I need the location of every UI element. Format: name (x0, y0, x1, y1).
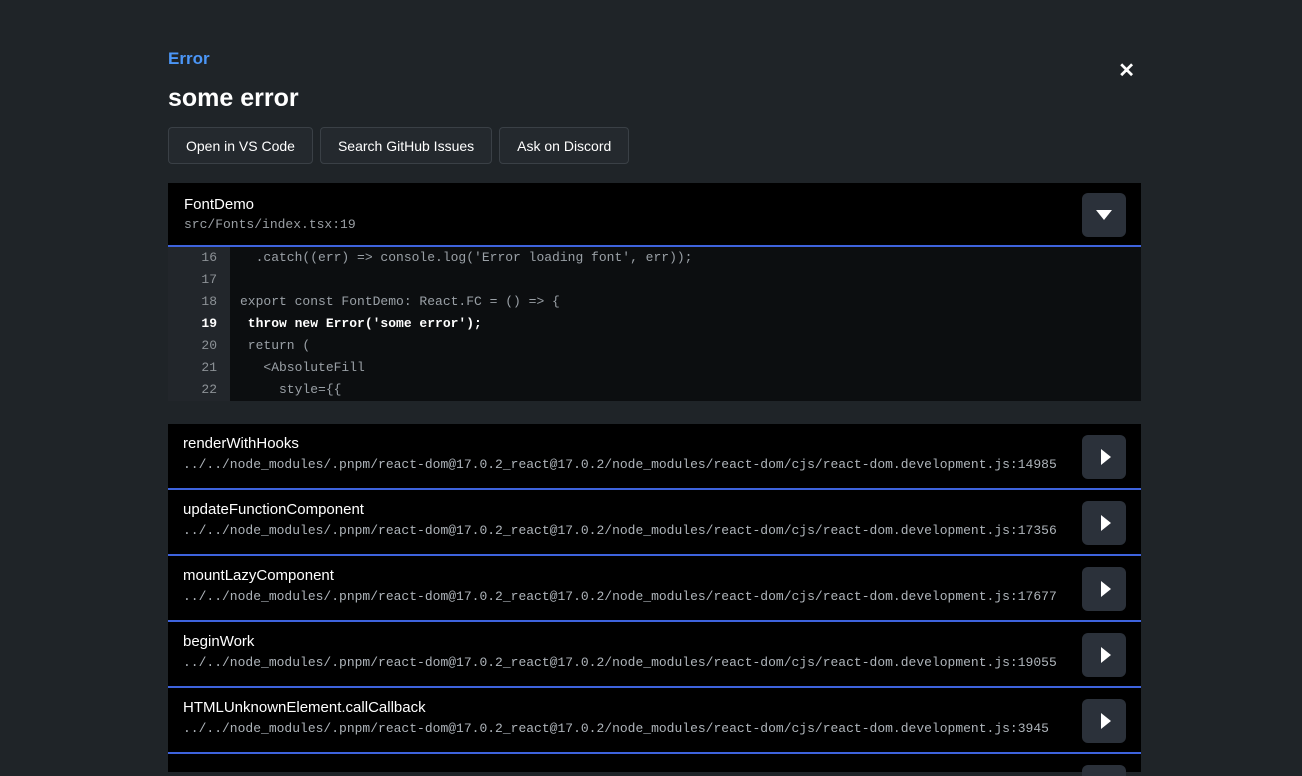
expand-frame-button[interactable] (1082, 501, 1126, 545)
code-line-highlighted: 19 throw new Error('some error'); (168, 313, 1141, 335)
line-source (230, 269, 240, 291)
code-line: 16 .catch((err) => console.log('Error lo… (168, 247, 1141, 269)
code-frame-header[interactable]: FontDemo src/Fonts/index.tsx:19 (168, 183, 1141, 247)
frame-path: ../../node_modules/.pnpm/react-dom@17.0.… (183, 589, 1071, 604)
line-number: 16 (168, 247, 230, 269)
code-frame-title: FontDemo (184, 196, 1141, 213)
line-source: throw new Error('some error'); (230, 313, 482, 335)
error-message: some error (168, 84, 1141, 113)
code-line: 22 style={{ (168, 379, 1141, 401)
frame-path: ../../node_modules/.pnpm/react-dom@17.0.… (183, 655, 1071, 670)
action-buttons: Open in VS Code Search GitHub Issues Ask… (168, 127, 1141, 164)
play-icon (1101, 515, 1111, 531)
error-type-label: Error (168, 49, 1141, 69)
play-icon (1101, 647, 1111, 663)
code-line: 20 return ( (168, 335, 1141, 357)
code-frame-location: src/Fonts/index.tsx:19 (184, 217, 1141, 232)
stack-frame-partial (168, 754, 1141, 772)
line-number: 17 (168, 269, 230, 291)
code-frame: FontDemo src/Fonts/index.tsx:19 16 .catc… (168, 183, 1141, 401)
expand-frame-button[interactable] (1082, 699, 1126, 743)
line-number: 18 (168, 291, 230, 313)
stack-frame-beginWork: beginWork ../../node_modules/.pnpm/react… (168, 622, 1141, 688)
stack-frame-renderWithHooks: renderWithHooks ../../node_modules/.pnpm… (168, 424, 1141, 490)
stack-frame-mountLazyComponent: mountLazyComponent ../../node_modules/.p… (168, 556, 1141, 622)
line-source: style={{ (230, 379, 341, 401)
stack-frame-updateFunctionComponent: updateFunctionComponent ../../node_modul… (168, 490, 1141, 556)
expand-frame-button[interactable] (1082, 567, 1126, 611)
search-github-issues-button[interactable]: Search GitHub Issues (320, 127, 492, 164)
code-snippet: 16 .catch((err) => console.log('Error lo… (168, 247, 1141, 401)
chevron-down-icon (1096, 210, 1112, 220)
stack-trace-list: renderWithHooks ../../node_modules/.pnpm… (168, 424, 1141, 772)
stack-frame-callCallback: HTMLUnknownElement.callCallback ../../no… (168, 688, 1141, 754)
play-icon (1101, 713, 1111, 729)
frame-name: renderWithHooks (183, 435, 1071, 452)
line-number: 19 (168, 313, 230, 335)
code-line: 21 <AbsoluteFill (168, 357, 1141, 379)
play-icon (1101, 449, 1111, 465)
error-overlay: { "colors": { "background": "#1f2428", "… (0, 0, 1302, 776)
code-line: 17 (168, 269, 1141, 291)
line-number: 22 (168, 379, 230, 401)
line-source: .catch((err) => console.log('Error loadi… (230, 247, 692, 269)
play-icon (1101, 581, 1111, 597)
frame-path: ../../node_modules/.pnpm/react-dom@17.0.… (183, 721, 1071, 736)
line-source: <AbsoluteFill (230, 357, 365, 379)
frame-path: ../../node_modules/.pnpm/react-dom@17.0.… (183, 523, 1071, 538)
line-source: export const FontDemo: React.FC = () => … (230, 291, 560, 313)
ask-on-discord-button[interactable]: Ask on Discord (499, 127, 629, 164)
error-overlay-content: Error some error Open in VS Code Search … (168, 0, 1141, 772)
expand-frame-button[interactable] (1082, 633, 1126, 677)
expand-frame-button[interactable] (1082, 435, 1126, 479)
line-source: return ( (230, 335, 310, 357)
frame-path: ../../node_modules/.pnpm/react-dom@17.0.… (183, 457, 1071, 472)
line-number: 21 (168, 357, 230, 379)
frame-name: beginWork (183, 633, 1071, 650)
open-in-vscode-button[interactable]: Open in VS Code (168, 127, 313, 164)
frame-name: updateFunctionComponent (183, 501, 1071, 518)
code-line: 18export const FontDemo: React.FC = () =… (168, 291, 1141, 313)
frame-name: mountLazyComponent (183, 567, 1071, 584)
expand-frame-button[interactable] (1082, 765, 1126, 776)
frame-name: HTMLUnknownElement.callCallback (183, 699, 1071, 716)
line-number: 20 (168, 335, 230, 357)
collapse-code-button[interactable] (1082, 193, 1126, 237)
